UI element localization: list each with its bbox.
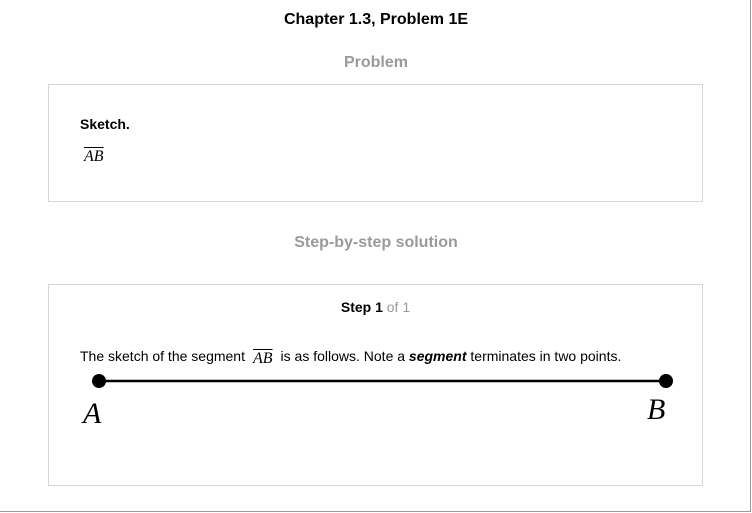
segment-figure: A B xyxy=(81,374,673,430)
problem-heading: Problem xyxy=(343,54,408,71)
point-label-a: A xyxy=(81,397,102,430)
problem-instruction: Sketch. xyxy=(80,116,130,132)
solution-card: Step 1 of 1 The sketch of the segment AB i… xyxy=(48,284,703,486)
endpoint-a xyxy=(92,374,106,388)
solution-heading: Step-by-step solution xyxy=(294,234,458,251)
endpoint-b xyxy=(659,374,673,388)
problem-card: Sketch. AB xyxy=(48,84,703,202)
problem-segment-notation: AB xyxy=(84,148,104,165)
point-label-b: B xyxy=(647,393,665,426)
chapter-title: Chapter 1.3, Problem 1E xyxy=(283,11,469,28)
